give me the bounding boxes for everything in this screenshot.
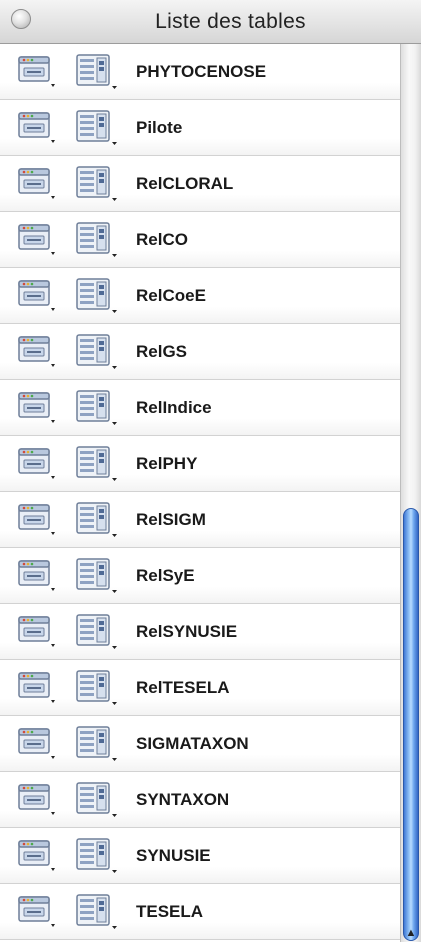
table-window-icon[interactable] [18, 336, 56, 368]
table-row[interactable]: RelSIGM [0, 492, 400, 548]
window-control-button[interactable] [11, 9, 31, 29]
table-row[interactable]: PHYTOCENOSE [0, 44, 400, 100]
table-row[interactable]: RelGS [0, 324, 400, 380]
form-layout-icon[interactable] [76, 894, 118, 930]
table-window-icon[interactable] [18, 224, 56, 256]
table-window-icon[interactable] [18, 784, 56, 816]
table-name-label: RelCO [136, 230, 188, 249]
table-row[interactable]: Pilote [0, 100, 400, 156]
table-window-icon[interactable] [18, 896, 56, 928]
table-name-label: SIGMATAXON [136, 734, 249, 753]
table-row[interactable]: RelIndice [0, 380, 400, 436]
form-layout-icon[interactable] [76, 726, 118, 762]
table-name-label: RelPHY [136, 454, 198, 473]
table-name-label: PHYTOCENOSE [136, 62, 267, 81]
form-layout-icon[interactable] [76, 502, 118, 538]
table-row[interactable]: TESELA [0, 884, 400, 940]
form-layout-icon[interactable] [76, 222, 118, 258]
table-window-icon[interactable] [18, 504, 56, 536]
form-layout-icon[interactable] [76, 390, 118, 426]
table-window-icon[interactable] [18, 56, 56, 88]
table-name-label: RelGS [136, 342, 188, 361]
table-row[interactable]: SYNTAXON [0, 772, 400, 828]
table-name-label: RelSIGM [136, 510, 206, 529]
table-name-label: RelCLORAL [136, 174, 234, 193]
table-window-icon[interactable] [18, 168, 56, 200]
table-window-icon[interactable] [18, 448, 56, 480]
form-layout-icon[interactable] [76, 446, 118, 482]
table-window-icon[interactable] [18, 728, 56, 760]
table-row[interactable]: SIGMATAXON [0, 716, 400, 772]
table-name-label: RelCoeE [136, 286, 206, 305]
vertical-scrollbar[interactable]: ▲ [400, 44, 421, 942]
form-layout-icon[interactable] [76, 54, 118, 90]
table-name-label: SYNTAXON [136, 790, 230, 809]
table-window-icon[interactable] [18, 112, 56, 144]
table-window-icon[interactable] [18, 280, 56, 312]
form-layout-icon[interactable] [76, 670, 118, 706]
scroll-thumb[interactable] [403, 508, 419, 941]
form-layout-icon[interactable] [76, 278, 118, 314]
table-name-label: RelSYNUSIE [136, 622, 238, 641]
table-row[interactable]: SYNUSIE [0, 828, 400, 884]
table-name-label: RelSyE [136, 566, 195, 585]
table-row[interactable]: RelSYNUSIE [0, 604, 400, 660]
table-window-icon[interactable] [18, 560, 56, 592]
table-name-label: SYNUSIE [136, 846, 211, 865]
table-window-icon[interactable] [18, 672, 56, 704]
table-row[interactable]: RelSyE [0, 548, 400, 604]
table-window-icon[interactable] [18, 840, 56, 872]
form-layout-icon[interactable] [76, 782, 118, 818]
form-layout-icon[interactable] [76, 838, 118, 874]
form-layout-icon[interactable] [76, 110, 118, 146]
form-layout-icon[interactable] [76, 558, 118, 594]
table-name-label: Pilote [136, 118, 183, 137]
table-window-icon[interactable] [18, 392, 56, 424]
table-row[interactable]: RelCoeE [0, 268, 400, 324]
table-list-window: Liste des tables PHYTOCENOSE Pilote RelC… [0, 0, 421, 942]
window-title: Liste des tables [155, 10, 306, 33]
table-name-label: RelTESELA [136, 678, 230, 697]
form-layout-icon[interactable] [76, 166, 118, 202]
table-name-label: RelIndice [136, 398, 212, 417]
table-list: PHYTOCENOSE Pilote RelCLORAL RelCO RelCo… [0, 44, 400, 942]
table-row[interactable]: RelCLORAL [0, 156, 400, 212]
table-name-label: TESELA [136, 902, 204, 921]
title-bar: Liste des tables [0, 0, 421, 44]
table-row[interactable]: RelCO [0, 212, 400, 268]
form-layout-icon[interactable] [76, 614, 118, 650]
table-window-icon[interactable] [18, 616, 56, 648]
scroll-down-arrow-icon[interactable]: ▲ [404, 926, 418, 940]
form-layout-icon[interactable] [76, 334, 118, 370]
table-row[interactable]: RelPHY [0, 436, 400, 492]
table-row[interactable]: RelTESELA [0, 660, 400, 716]
